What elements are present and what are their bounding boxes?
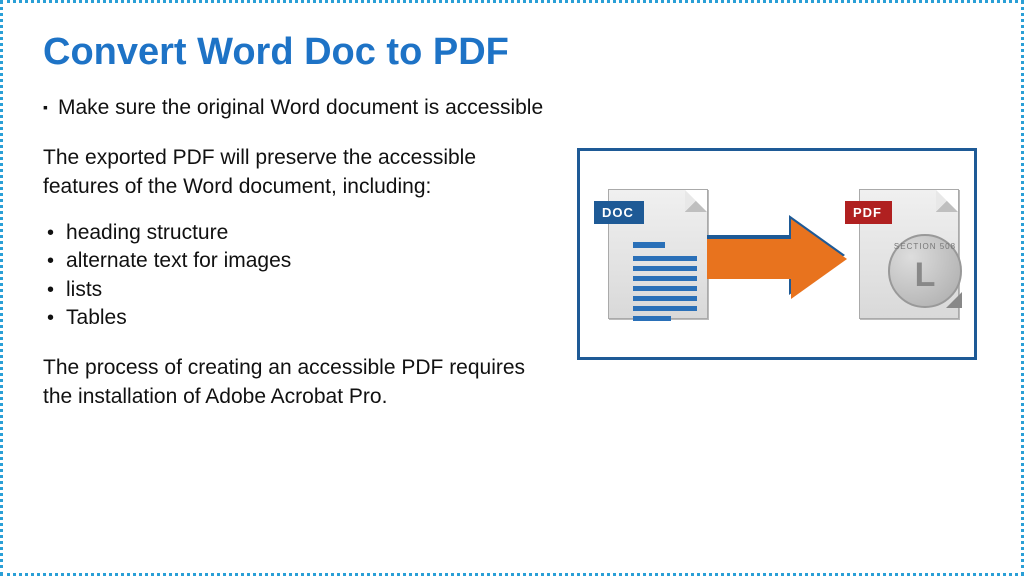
feature-text: heading structure [66, 221, 228, 244]
footer-paragraph: The process of creating an accessible PD… [43, 354, 553, 411]
intro-paragraph: The exported PDF will preserve the acces… [43, 144, 553, 201]
doc-label-badge: DOC [594, 201, 644, 224]
doc-file-icon: DOC [594, 179, 709, 329]
feature-item: lists [43, 276, 553, 304]
pdf-label-badge: PDF [845, 201, 892, 224]
slide-frame: Convert Word Doc to PDF Make sure the or… [0, 0, 1024, 576]
illustration-box: DOC SECTION 508 L PDF [577, 148, 977, 360]
feature-item: Tables [43, 304, 553, 332]
bullet-text: Make sure the original Word document is … [58, 96, 543, 119]
seal-label: SECTION 508 [894, 242, 956, 251]
feature-list: heading structure alternate text for ima… [43, 219, 553, 332]
doc-content-lines [633, 242, 697, 326]
bullet-item: Make sure the original Word document is … [43, 94, 553, 122]
slide-title: Convert Word Doc to PDF [43, 31, 981, 74]
pdf-seal-icon: SECTION 508 L [888, 234, 962, 308]
seal-letter: L [915, 256, 936, 295]
feature-text: lists [66, 278, 102, 301]
primary-bullet-list: Make sure the original Word document is … [43, 94, 553, 122]
feature-text: alternate text for images [66, 249, 291, 272]
text-column: Make sure the original Word document is … [43, 94, 553, 429]
arrow-icon [707, 209, 847, 299]
feature-text: Tables [66, 306, 127, 329]
feature-item: alternate text for images [43, 247, 553, 275]
pdf-file-icon: SECTION 508 L PDF [845, 179, 960, 329]
feature-item: heading structure [43, 219, 553, 247]
